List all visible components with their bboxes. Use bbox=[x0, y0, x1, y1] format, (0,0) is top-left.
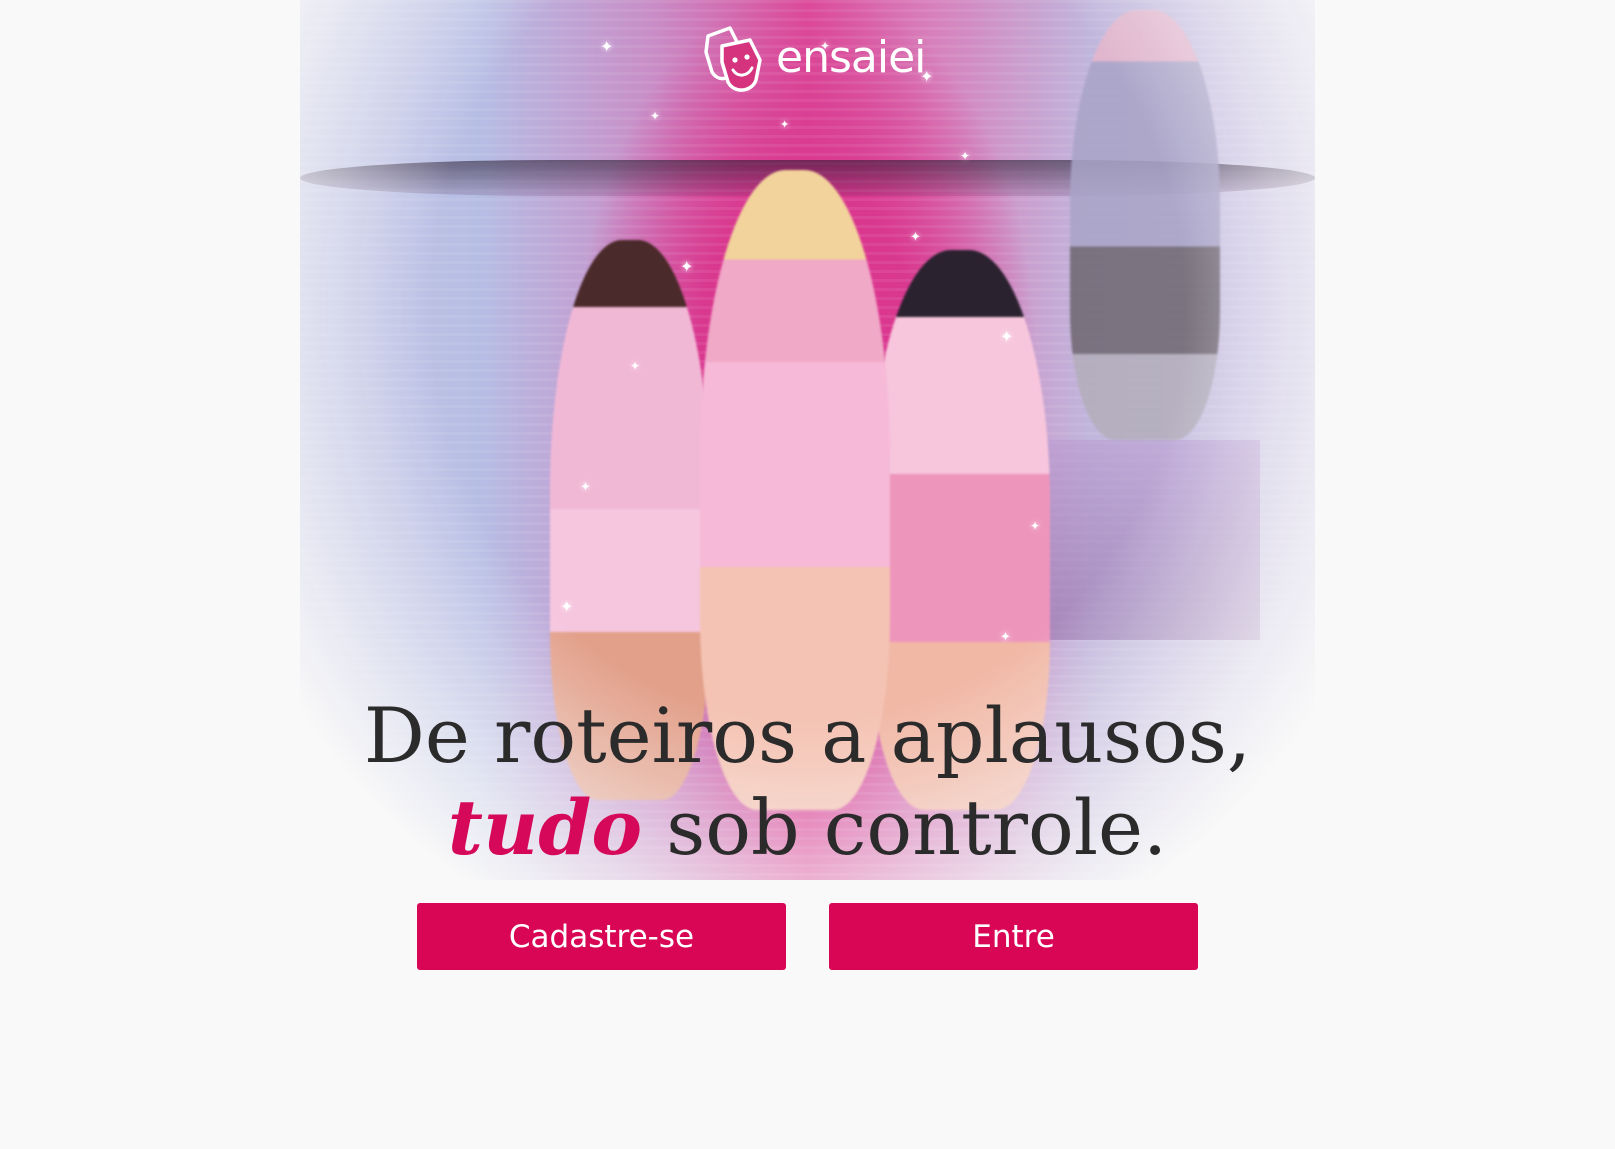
sparkle-icon: ✦ bbox=[600, 39, 614, 56]
headline-accent: tudo bbox=[447, 783, 643, 872]
login-button[interactable]: Entre bbox=[829, 903, 1198, 970]
sparkle-icon: ✦ bbox=[650, 109, 661, 123]
auth-actions: Cadastre-se Entre bbox=[417, 903, 1198, 970]
sparkle-icon: ✦ bbox=[680, 259, 694, 276]
sparkle-icon: ✦ bbox=[560, 599, 574, 616]
sparkle-icon: ✦ bbox=[580, 479, 591, 494]
brand-name: ensaiei bbox=[776, 32, 926, 83]
sparkle-icon: ✦ bbox=[1000, 629, 1011, 644]
landing-page: ✦ ✦ ✦ ✦ ✦ ✦ ✦ ✦ ✦ ✦ ✦ ✦ ✦ ✦ ensaiei De r… bbox=[0, 0, 1615, 1149]
page-headline: De roteiros a aplausos, tudo sob control… bbox=[0, 690, 1615, 874]
headline-line-1: De roteiros a aplausos, bbox=[363, 691, 1252, 780]
sparkle-icon: ✦ bbox=[960, 149, 971, 163]
headline-line-2: sob controle. bbox=[666, 783, 1168, 872]
signup-button[interactable]: Cadastre-se bbox=[417, 903, 786, 970]
sparkle-icon: ✦ bbox=[1000, 329, 1014, 346]
sparkle-icon: ✦ bbox=[910, 229, 921, 244]
sparkle-icon: ✦ bbox=[780, 119, 790, 131]
theater-masks-icon bbox=[704, 26, 762, 92]
sparkle-icon: ✦ bbox=[1030, 519, 1041, 533]
sparkle-icon: ✦ bbox=[630, 359, 641, 373]
performer-far-right bbox=[1070, 10, 1220, 440]
brand-logo[interactable]: ensaiei bbox=[700, 22, 926, 94]
